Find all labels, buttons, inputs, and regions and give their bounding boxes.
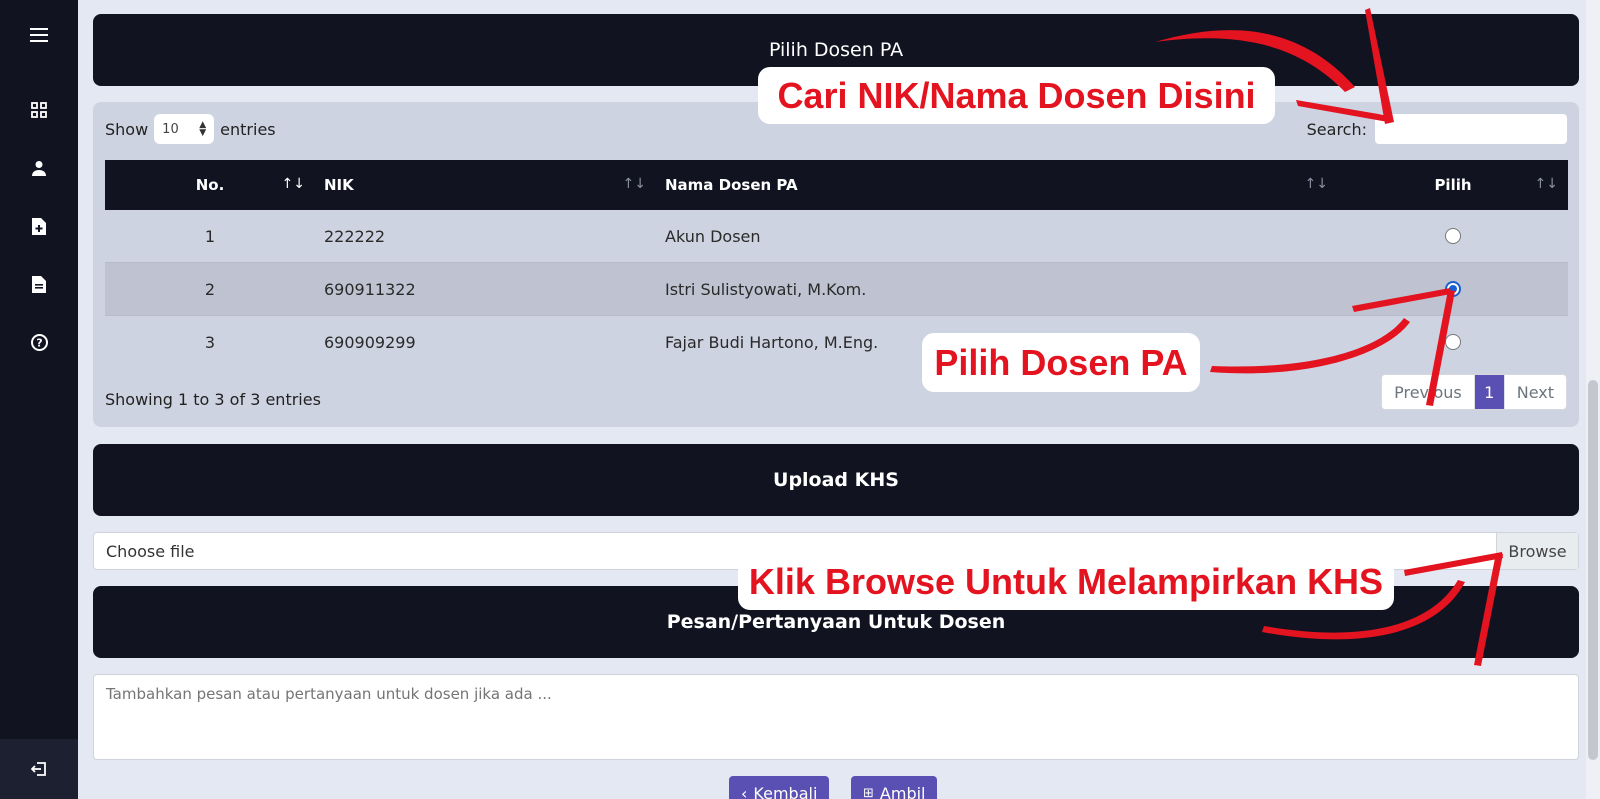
search-input[interactable] <box>1375 114 1567 144</box>
dashboard-icon[interactable] <box>27 98 51 122</box>
sort-icon: ↑↓ <box>622 176 646 192</box>
select-arrows-icon: ▲ ▼ <box>199 120 207 138</box>
logout-area <box>0 739 78 799</box>
next-button[interactable]: Next <box>1505 375 1566 409</box>
upload-khs-header: Upload KHS <box>93 444 1579 516</box>
cell-nik: 222222 <box>324 226 386 246</box>
sidebar: ? <box>0 0 78 799</box>
cell-no: 1 <box>204 226 216 246</box>
document-icon[interactable] <box>27 272 51 296</box>
page-button[interactable]: 1 <box>1474 375 1505 409</box>
menu-icon[interactable] <box>27 23 51 47</box>
ambil-button[interactable]: ⊞ Ambil <box>851 776 938 799</box>
search-control: Search: <box>1307 114 1567 144</box>
download-box-icon: ⊞ <box>863 785 874 799</box>
select-annotation: Pilih Dosen PA <box>922 333 1200 392</box>
cell-nama: Akun Dosen <box>665 226 761 246</box>
table-info: Showing 1 to 3 of 3 entries <box>105 390 321 409</box>
header-nama[interactable]: Nama Dosen PA ↑↓ <box>656 160 1338 210</box>
cell-no: 3 <box>204 332 216 352</box>
table-row: 1 222222 Akun Dosen <box>105 210 1568 263</box>
select-radio[interactable] <box>1445 334 1461 350</box>
search-label: Search: <box>1306 119 1367 139</box>
scrollbar[interactable] <box>1586 0 1600 799</box>
file-add-icon[interactable] <box>27 214 51 238</box>
logout-icon[interactable] <box>27 757 51 781</box>
svg-text:?: ? <box>36 336 42 349</box>
entries-control: Show 10 ▲ ▼ entries <box>105 114 276 144</box>
help-icon[interactable]: ? <box>27 330 51 354</box>
chevron-left-icon: ‹ <box>741 783 748 799</box>
previous-button[interactable]: Previous <box>1382 375 1475 409</box>
browse-button[interactable]: Browse <box>1496 533 1578 569</box>
sort-icon: ↑↓ <box>1534 176 1558 192</box>
entries-select[interactable]: 10 ▲ ▼ <box>154 114 215 144</box>
pesan-textarea[interactable] <box>93 674 1579 760</box>
entries-value: 10 <box>162 121 179 137</box>
sort-icon: ↑↓ <box>281 176 305 192</box>
table-row: 2 690911322 Istri Sulistyowati, M.Kom. <box>105 263 1568 316</box>
search-annotation: Cari NIK/Nama Dosen Disini <box>758 67 1275 124</box>
select-radio[interactable] <box>1445 228 1461 244</box>
select-radio[interactable] <box>1445 281 1461 297</box>
cell-no: 2 <box>204 279 216 299</box>
show-label: Show <box>105 119 149 139</box>
scrollbar-thumb[interactable] <box>1588 380 1598 760</box>
table-row: 3 690909299 Fajar Budi Hartono, M.Eng. <box>105 316 1568 369</box>
dosen-table-panel: Show 10 ▲ ▼ entries Search: No. ↑↓ NIK ↑↓ <box>93 102 1579 427</box>
header-pilih[interactable]: Pilih ↑↓ <box>1338 160 1568 210</box>
cell-nama: Istri Sulistyowati, M.Kom. <box>665 279 867 299</box>
header-nik[interactable]: NIK ↑↓ <box>315 160 656 210</box>
table-header: No. ↑↓ NIK ↑↓ Nama Dosen PA ↑↓ Pilih ↑↓ <box>105 160 1568 210</box>
browse-annotation: Klik Browse Untuk Melampirkan KHS <box>738 553 1394 610</box>
entries-label: entries <box>220 119 276 139</box>
header-no[interactable]: No. ↑↓ <box>105 160 315 210</box>
sort-icon: ↑↓ <box>1304 176 1328 192</box>
dosen-table: No. ↑↓ NIK ↑↓ Nama Dosen PA ↑↓ Pilih ↑↓ … <box>105 160 1568 369</box>
user-icon[interactable] <box>27 156 51 180</box>
kembali-button[interactable]: ‹ Kembali <box>729 776 830 799</box>
pagination: Previous 1 Next <box>1381 374 1567 410</box>
cell-nik: 690911322 <box>324 279 416 299</box>
cell-nik: 690909299 <box>324 332 416 352</box>
